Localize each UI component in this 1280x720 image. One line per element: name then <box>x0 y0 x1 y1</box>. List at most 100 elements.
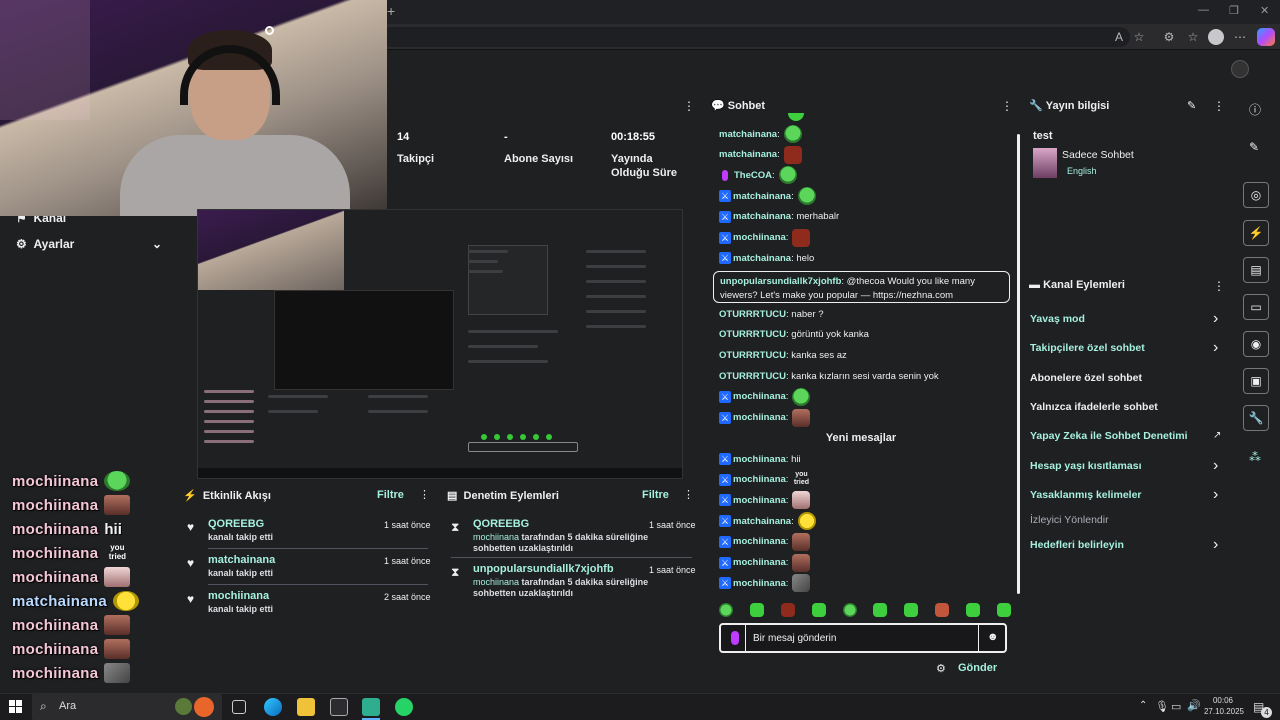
nav-settings[interactable]: ⚙ Ayarlar ⌄ <box>16 237 162 251</box>
minimize-button[interactable]: — <box>1198 4 1209 16</box>
channel-action-item[interactable]: İzleyici Yönlendir <box>1030 514 1109 526</box>
chat-emote[interactable] <box>792 574 811 593</box>
channel-action-item[interactable]: Yasaklanmış kelimeler <box>1030 489 1142 501</box>
channel-action-item[interactable]: Abonelere özel sohbet <box>1030 372 1142 384</box>
chat-message[interactable]: ⚔ mochiinana: <box>719 387 811 406</box>
chat-emote[interactable] <box>792 228 811 247</box>
mod-more-icon[interactable]: ⋮ <box>683 488 694 501</box>
chevron-right-icon[interactable]: › <box>1213 458 1218 474</box>
chat-message[interactable]: ⚔ mochiinana: you tried <box>719 471 810 489</box>
profile-icon[interactable] <box>1208 29 1224 45</box>
channel-action-item[interactable]: Takipçilere özel sohbet <box>1030 342 1145 354</box>
chat-username[interactable]: mochiinana <box>733 536 786 547</box>
chat-username[interactable]: matchainana <box>733 191 791 202</box>
favorites-icon[interactable]: ☆ <box>1185 29 1201 45</box>
chat-message[interactable]: matchainana: <box>719 145 802 164</box>
chat-bubble-icon[interactable]: ▭ <box>1243 294 1269 320</box>
activity-user[interactable]: mochiinana <box>208 590 269 602</box>
new-tab-button[interactable]: + <box>387 3 395 19</box>
chat-message[interactable]: ⚔ mochiinana: hii <box>719 450 801 468</box>
chat-message[interactable]: matchainana: <box>719 125 802 143</box>
chevron-up-icon[interactable]: ⌃ <box>1139 700 1147 711</box>
chevron-right-icon[interactable]: › <box>1213 311 1218 327</box>
chat-message[interactable]: ⚔ mochiinana: <box>719 408 811 427</box>
channel-actions-more-icon[interactable]: ⋮ <box>1213 279 1225 293</box>
chat-username[interactable]: mochiinana <box>733 474 786 485</box>
chat-message[interactable]: ⚔ mochiinana: <box>719 532 811 551</box>
preview-icon[interactable]: ▣ <box>1243 368 1269 394</box>
network-icon[interactable]: ▭ <box>1171 700 1181 713</box>
stream-language-tag[interactable]: English <box>1067 166 1097 176</box>
chat-message[interactable]: OTURRRTUCU: görüntü yok kanka <box>719 326 869 344</box>
channel-action-item[interactable]: Yapay Zeka ile Sohbet Denetimi <box>1030 430 1188 442</box>
chat-emote[interactable] <box>797 512 816 531</box>
chat-emote[interactable] <box>783 145 802 164</box>
microphone-icon[interactable]: 🎙 <box>1155 700 1169 713</box>
emote-button[interactable] <box>811 603 826 617</box>
chat-more-icon[interactable]: ⋮ <box>1001 99 1013 113</box>
chat-emote[interactable] <box>778 166 797 185</box>
emote-button[interactable] <box>873 603 888 617</box>
chat-message[interactable]: ⚔ matchainana: <box>719 512 816 531</box>
stream-category[interactable]: Sadece Sohbet <box>1062 149 1134 161</box>
chat-message[interactable]: ⚔ mochiinana: <box>719 491 811 510</box>
chat-username[interactable]: matchainana <box>733 516 791 527</box>
channel-action-item[interactable]: Yalnızca ifadelerle sohbet <box>1030 401 1158 413</box>
channel-action-item[interactable]: Yavaş mod <box>1030 313 1085 325</box>
chat-scrollbar[interactable] <box>1017 134 1020 594</box>
stats-more-icon[interactable]: ⋮ <box>683 99 695 113</box>
send-button[interactable]: Gönder <box>958 662 997 674</box>
emote-button[interactable] <box>719 603 733 617</box>
chat-emote[interactable]: you tried <box>792 471 810 489</box>
mod-actor[interactable]: mochiinana <box>473 577 519 587</box>
info-icon[interactable]: ⓘ <box>1249 101 1261 118</box>
chevron-right-icon[interactable]: › <box>1213 487 1218 503</box>
task-view-icon[interactable] <box>232 700 246 714</box>
chat-emote[interactable] <box>783 125 802 143</box>
chat-settings-icon[interactable]: ⚙ <box>936 662 946 675</box>
chat-emote[interactable] <box>792 553 811 572</box>
chat-username[interactable]: TheCOA <box>734 170 772 181</box>
volume-icon[interactable]: 🔊 <box>1187 699 1201 712</box>
mention-user[interactable]: unpopularsundiallk7xjohfb <box>720 276 841 287</box>
chat-username[interactable]: mochiinana <box>733 454 786 465</box>
chat-username[interactable]: matchainana <box>733 211 791 222</box>
emote-button[interactable] <box>996 603 1011 617</box>
emoji-picker-icon[interactable]: ☻ <box>987 631 999 643</box>
mention-message[interactable]: unpopularsundiallk7xjohfb: @thecoa Would… <box>713 271 1010 303</box>
chat-emote[interactable] <box>792 387 811 406</box>
store-icon[interactable] <box>330 698 348 716</box>
broadcast-icon[interactable]: ◉ <box>1243 331 1269 357</box>
mod-filter-button[interactable]: Filtre <box>642 489 669 501</box>
file-explorer-icon[interactable] <box>297 698 315 716</box>
mod-actor[interactable]: mochiinana <box>473 532 519 542</box>
activity-user[interactable]: QOREEBG <box>208 518 264 530</box>
activity-more-icon[interactable]: ⋮ <box>419 488 430 501</box>
chat-message[interactable]: ⚔ mochiinana: <box>719 574 811 593</box>
chat-emote[interactable] <box>792 491 811 510</box>
more-icon[interactable]: ⋯ <box>1232 29 1248 45</box>
activity-filter-button[interactable]: Filtre <box>377 489 404 501</box>
document-icon[interactable]: ▤ <box>1243 257 1269 283</box>
camera-icon[interactable]: ◎ <box>1243 182 1269 208</box>
clock-date[interactable]: 27.10.2025 <box>1200 707 1248 716</box>
chat-message[interactable]: TheCOA: <box>719 166 797 185</box>
stream-info-more-icon[interactable]: ⋮ <box>1213 99 1225 113</box>
chat-username[interactable]: OTURRRTUCU <box>719 350 786 361</box>
chat-message[interactable]: ⚔ matchainana: <box>719 187 816 206</box>
emote-button[interactable] <box>935 603 950 617</box>
chat-username[interactable]: mochiinana <box>733 578 786 589</box>
edge-icon[interactable] <box>264 698 282 716</box>
chat-emote[interactable] <box>792 408 811 427</box>
chat-emote[interactable] <box>797 187 816 206</box>
start-button[interactable] <box>9 700 22 713</box>
chat-username[interactable]: matchainana <box>719 149 777 160</box>
mod-target-user[interactable]: QOREEBG <box>473 518 529 530</box>
chat-message[interactable]: ⚔ matchainana: helo <box>719 249 814 267</box>
chat-message[interactable]: ⚔ mochiinana: <box>719 228 811 247</box>
emote-button[interactable] <box>749 603 764 617</box>
whatsapp-icon[interactable] <box>395 698 413 716</box>
activity-user[interactable]: matchainana <box>208 554 275 566</box>
chevron-right-icon[interactable]: › <box>1213 340 1218 356</box>
stream-preview[interactable] <box>197 209 683 479</box>
